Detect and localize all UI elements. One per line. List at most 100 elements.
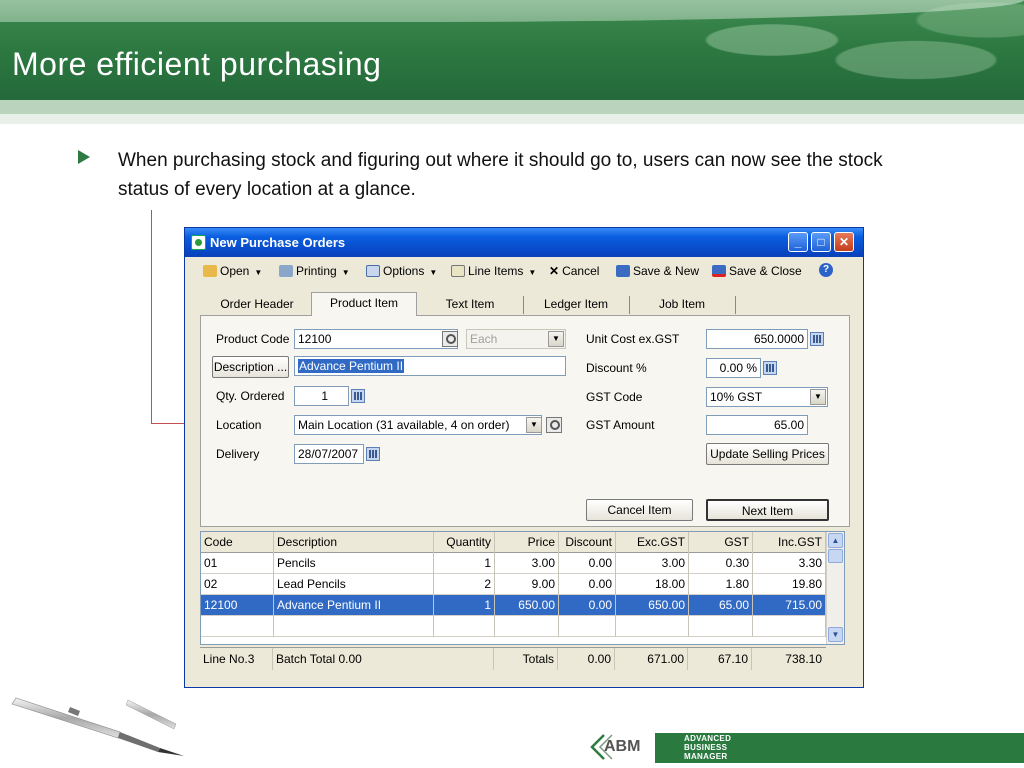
table-row[interactable]: 01 Pencils 1 3.00 0.00 3.00 0.30 3.30 xyxy=(201,553,827,574)
table-row[interactable]: 02 Lead Pencils 2 9.00 0.00 18.00 1.80 1… xyxy=(201,574,827,595)
description-button[interactable]: Description ... xyxy=(212,356,289,378)
cell-price: 3.00 xyxy=(495,553,559,574)
update-selling-prices-button[interactable]: Update Selling Prices xyxy=(706,443,829,465)
cell-empty xyxy=(559,616,616,637)
tab-job-item[interactable]: Job Item xyxy=(629,294,735,314)
tab-strip: Order Header Product Item Text Item Ledg… xyxy=(203,292,736,316)
calculator-icon[interactable] xyxy=(351,389,365,403)
folder-icon xyxy=(203,265,217,277)
tab-product-item[interactable]: Product Item xyxy=(311,292,417,316)
abm-logo-text: ABM xyxy=(604,738,641,755)
scroll-up-icon[interactable]: ▲ xyxy=(828,533,843,548)
tab-separator xyxy=(735,296,736,314)
scroll-thumb[interactable] xyxy=(828,549,843,563)
tab-order-header[interactable]: Order Header xyxy=(203,294,311,314)
printer-icon xyxy=(279,265,293,277)
calculator-icon[interactable] xyxy=(763,361,777,375)
cell-empty xyxy=(753,616,826,637)
discount-input[interactable]: 0.00 % xyxy=(706,358,761,378)
column-header-inc-gst[interactable]: Inc.GST xyxy=(753,532,826,553)
tab-text-item[interactable]: Text Item xyxy=(417,294,523,314)
cancel-button[interactable]: ✕ Cancel xyxy=(549,262,599,280)
chevron-down-icon: ▼ xyxy=(254,268,263,277)
column-header-code[interactable]: Code xyxy=(201,532,274,553)
save-icon xyxy=(616,265,630,277)
cell-inc-gst: 19.80 xyxy=(753,574,826,595)
open-button[interactable]: Open ▼ xyxy=(203,262,262,280)
cell-empty xyxy=(434,616,495,637)
next-item-button[interactable]: Next Item xyxy=(706,499,829,521)
bullet-arrow-icon xyxy=(78,150,90,164)
close-button[interactable]: ✕ xyxy=(834,232,854,252)
chevron-down-icon: ▼ xyxy=(429,268,438,277)
chevron-down-icon[interactable]: ▼ xyxy=(526,417,542,433)
save-close-button[interactable]: Save & Close xyxy=(712,262,802,280)
callout-line xyxy=(151,210,152,423)
help-icon[interactable]: ? xyxy=(819,263,833,277)
total-exc-gst: 671.00 xyxy=(615,648,688,670)
printing-button[interactable]: Printing ▼ xyxy=(279,262,350,280)
brand-name: ADVANCED BUSINESS MANAGER xyxy=(684,734,732,761)
product-code-input[interactable]: 12100 xyxy=(294,329,458,349)
world-map-graphic xyxy=(664,0,1024,100)
save-exit-icon xyxy=(712,265,726,277)
grid-scrollbar[interactable]: ▲ ▼ xyxy=(826,532,844,644)
cell-gst: 0.30 xyxy=(689,553,753,574)
column-header-exc-gst[interactable]: Exc.GST xyxy=(616,532,689,553)
location-label: Location xyxy=(216,418,262,432)
cell-price: 9.00 xyxy=(495,574,559,595)
qty-input[interactable]: 1 xyxy=(294,386,349,406)
chevron-down-icon: ▼ xyxy=(341,268,350,277)
column-header-discount[interactable]: Discount xyxy=(559,532,616,553)
title-bar[interactable]: New Purchase Orders _ □ ✕ xyxy=(185,228,863,257)
gst-amount-label: GST Amount xyxy=(586,418,655,432)
cell-description: Advance Pentium II xyxy=(274,595,434,616)
table-row-empty[interactable] xyxy=(201,616,827,637)
totals-row: Line No.3 Batch Total 0.00 Totals 0.00 6… xyxy=(200,647,826,670)
maximize-button[interactable]: □ xyxy=(811,232,831,252)
chevron-down-icon[interactable]: ▼ xyxy=(810,389,826,405)
cancel-item-button[interactable]: Cancel Item xyxy=(586,499,693,521)
gst-amount-input[interactable]: 65.00 xyxy=(706,415,808,435)
minimize-button[interactable]: _ xyxy=(788,232,808,252)
column-header-price[interactable]: Price xyxy=(495,532,559,553)
cell-code: 02 xyxy=(201,574,274,595)
column-header-description[interactable]: Description xyxy=(274,532,434,553)
product-code-label: Product Code xyxy=(216,332,290,346)
cell-empty xyxy=(689,616,753,637)
cell-empty xyxy=(274,616,434,637)
line-items-icon xyxy=(451,265,465,277)
line-items-grid: Code Description Quantity Price Discount… xyxy=(200,531,845,645)
save-new-button[interactable]: Save & New xyxy=(616,262,699,280)
table-row-selected[interactable]: 12100 Advance Pentium II 1 650.00 0.00 6… xyxy=(201,595,827,616)
product-item-panel: Product Code 12100 Each ▼ Description ..… xyxy=(200,315,850,527)
calculator-icon[interactable] xyxy=(810,332,824,346)
header-divider xyxy=(0,100,1024,114)
description-input[interactable]: Advance Pentium II xyxy=(294,356,566,376)
total-discount: 0.00 xyxy=(558,648,615,670)
cell-price: 650.00 xyxy=(495,595,559,616)
product-lookup-icon[interactable] xyxy=(442,331,458,347)
cell-gst: 1.80 xyxy=(689,574,753,595)
cell-discount: 0.00 xyxy=(559,553,616,574)
calendar-icon[interactable] xyxy=(366,447,380,461)
cell-empty xyxy=(616,616,689,637)
column-header-gst[interactable]: GST xyxy=(689,532,753,553)
cell-code: 01 xyxy=(201,553,274,574)
line-items-button[interactable]: Line Items ▼ xyxy=(451,262,536,280)
grid-header-row: Code Description Quantity Price Discount… xyxy=(201,532,827,553)
cell-inc-gst: 715.00 xyxy=(753,595,826,616)
tab-ledger-item[interactable]: Ledger Item xyxy=(523,294,629,314)
fountain-pen-image xyxy=(11,697,184,756)
location-lookup-icon[interactable] xyxy=(546,417,562,433)
options-button[interactable]: Options ▼ xyxy=(366,262,437,280)
location-select[interactable]: Main Location (31 available, 4 on order) xyxy=(294,415,542,435)
scroll-down-icon[interactable]: ▼ xyxy=(828,627,843,642)
column-header-quantity[interactable]: Quantity xyxy=(434,532,495,553)
delivery-date-input[interactable]: 28/07/2007 xyxy=(294,444,364,464)
cell-inc-gst: 3.30 xyxy=(753,553,826,574)
cell-quantity: 1 xyxy=(434,595,495,616)
window-title: New Purchase Orders xyxy=(210,235,346,250)
cell-gst: 65.00 xyxy=(689,595,753,616)
unit-cost-input[interactable]: 650.0000 xyxy=(706,329,808,349)
